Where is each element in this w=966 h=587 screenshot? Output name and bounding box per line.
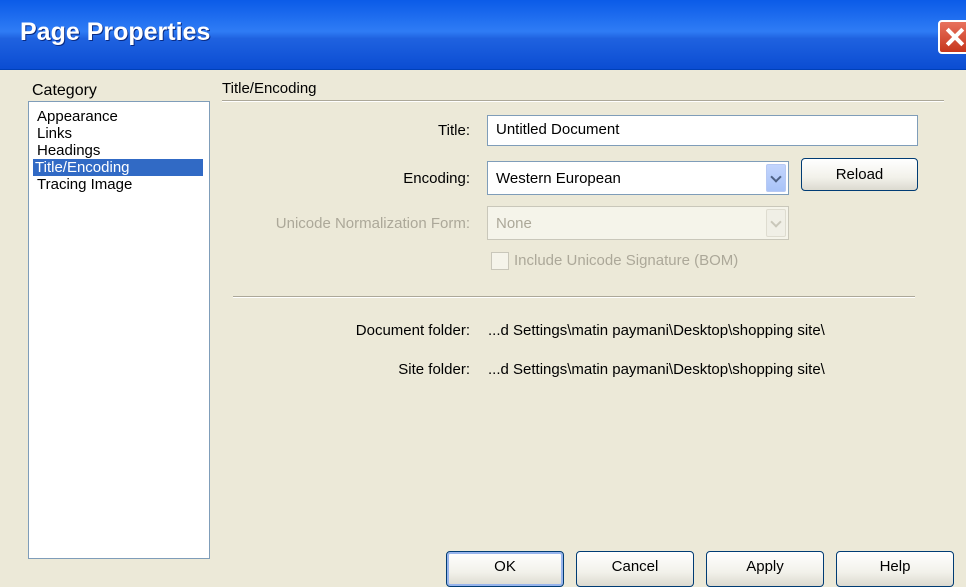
section-title: Title/Encoding (222, 80, 317, 97)
category-item-appearance[interactable]: Appearance (35, 108, 120, 125)
category-list[interactable]: Appearance Links Headings Title/Encoding… (28, 101, 210, 559)
panel-divider (233, 296, 915, 298)
help-button[interactable]: Help (836, 551, 954, 587)
title-input[interactable]: Untitled Document (487, 115, 918, 146)
ok-button[interactable]: OK (446, 551, 564, 587)
cancel-button[interactable]: Cancel (576, 551, 694, 587)
chevron-down-icon[interactable] (766, 164, 786, 192)
reload-button[interactable]: Reload (801, 158, 918, 191)
title-label: Title: (438, 122, 470, 139)
apply-button[interactable]: Apply (706, 551, 824, 587)
encoding-value: Western European (496, 170, 621, 187)
normalization-value: None (496, 215, 532, 232)
normalization-label: Unicode Normalization Form: (275, 215, 470, 232)
bom-checkbox[interactable] (491, 252, 509, 270)
site-folder-label: Site folder: (398, 361, 470, 378)
category-item-headings[interactable]: Headings (35, 142, 102, 159)
category-label: Category (32, 82, 97, 99)
site-folder-value: ...d Settings\matin paymani\Desktop\shop… (488, 361, 825, 378)
normalization-select[interactable]: None (487, 206, 789, 240)
chevron-down-icon[interactable] (766, 209, 786, 237)
bom-label: Include Unicode Signature (BOM) (514, 252, 739, 269)
document-folder-value: ...d Settings\matin paymani\Desktop\shop… (488, 322, 825, 339)
close-icon[interactable] (938, 20, 966, 54)
encoding-label: Encoding: (403, 170, 470, 187)
window-title: Page Properties (20, 18, 211, 46)
document-folder-label: Document folder: (355, 322, 470, 339)
category-item-title-encoding[interactable]: Title/Encoding (33, 159, 203, 176)
category-item-links[interactable]: Links (35, 125, 74, 142)
section-divider (222, 100, 944, 102)
category-item-tracing-image[interactable]: Tracing Image (35, 176, 134, 193)
encoding-select[interactable]: Western European (487, 161, 789, 195)
title-bar[interactable]: Page Properties (0, 0, 966, 70)
